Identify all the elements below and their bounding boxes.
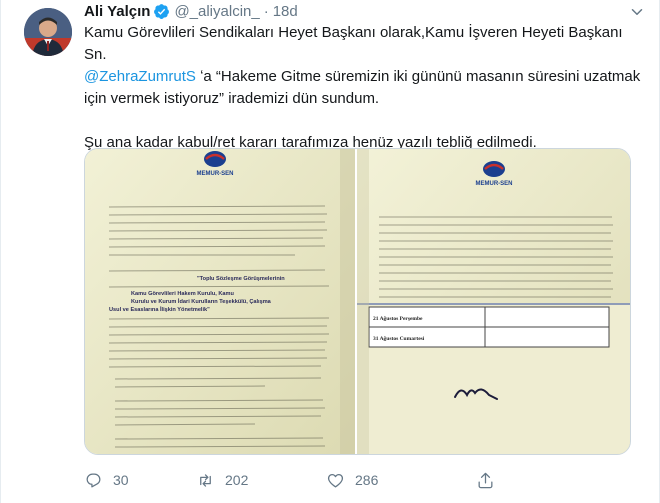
- mention-link[interactable]: @ZehraZumrutS: [84, 68, 196, 85]
- header-separator: ·: [263, 2, 269, 20]
- chevron-down-icon[interactable]: [628, 3, 646, 21]
- retweet-icon: [200, 473, 211, 487]
- reply-icon: [86, 473, 101, 487]
- share-icon: [478, 472, 493, 488]
- tweet-header: Ali Yalçın @_aliyalcin_ · 18d: [84, 0, 298, 22]
- tweet-text-line-2: @ZehraZumrutS ʻa “Hakeme Gitme süremizin…: [84, 66, 644, 88]
- retweet-count: 202: [225, 472, 249, 488]
- retweet-button[interactable]: 202: [196, 471, 326, 490]
- tweet-actions: 30 202 286: [84, 468, 495, 492]
- tweet-media: MEMUR-SEN "Toplu Sözleşme Görüşmelerinin…: [84, 148, 631, 455]
- avatar[interactable]: [24, 8, 72, 56]
- author-handle[interactable]: @_aliyalcin_: [174, 3, 259, 20]
- right-logo-text: MEMUR-SEN: [476, 181, 513, 187]
- date-table: 21 Ağustos Perşembe 31 Ağustos Cumartesi: [368, 306, 610, 348]
- like-count: 286: [355, 472, 379, 488]
- memursen-logo-icon: [204, 151, 226, 167]
- document-photo-left[interactable]: MEMUR-SEN "Toplu Sözleşme Görüşmelerinin…: [85, 149, 355, 454]
- like-button[interactable]: 286: [326, 471, 476, 490]
- table-row-2: 31 Ağustos Cumartesi: [373, 335, 425, 342]
- share-button[interactable]: [476, 471, 495, 490]
- tweet-text-line-2-rest: ʻa “Hakeme Gitme süremizin iki gününü ma…: [200, 68, 641, 85]
- tweet-timestamp[interactable]: 18d: [273, 3, 298, 20]
- left-logo-text: MEMUR-SEN: [197, 171, 234, 177]
- tweet-text-line-3: için vermek istiyoruz” irademizi dün sun…: [84, 90, 380, 107]
- document-bold-line-1: "Toplu Sözleşme Görüşmelerinin: [197, 276, 285, 282]
- author-name[interactable]: Ali Yalçın: [84, 3, 150, 20]
- document-bold-line-2: Kamu Görevlileri Hakem Kurulu, Kamu: [131, 291, 234, 297]
- memursen-logo-icon: [483, 161, 505, 177]
- reply-count: 30: [113, 472, 129, 488]
- reply-button[interactable]: 30: [84, 471, 196, 490]
- tweet-text-line-1: Kamu Görevlileri Sendikaları Heyet Başka…: [84, 24, 623, 63]
- document-bold-line-4: Usul ve Esaslarına İlişkin Yönetmelik": [109, 306, 210, 313]
- timeline-left-border: [0, 0, 1, 503]
- heart-icon: [327, 473, 344, 487]
- document-photo-right[interactable]: MEMUR-SEN 21 Ağustos Perşembe 31 Ağustos…: [357, 149, 630, 454]
- verified-badge-icon: [154, 3, 170, 19]
- tweet-text: Kamu Görevlileri Sendikaları Heyet Başka…: [84, 22, 644, 154]
- document-bold-line-3: Kurulu ve Kurum İdari Kurulların Teşekkü…: [131, 298, 272, 305]
- table-row-1: 21 Ağustos Perşembe: [373, 315, 423, 322]
